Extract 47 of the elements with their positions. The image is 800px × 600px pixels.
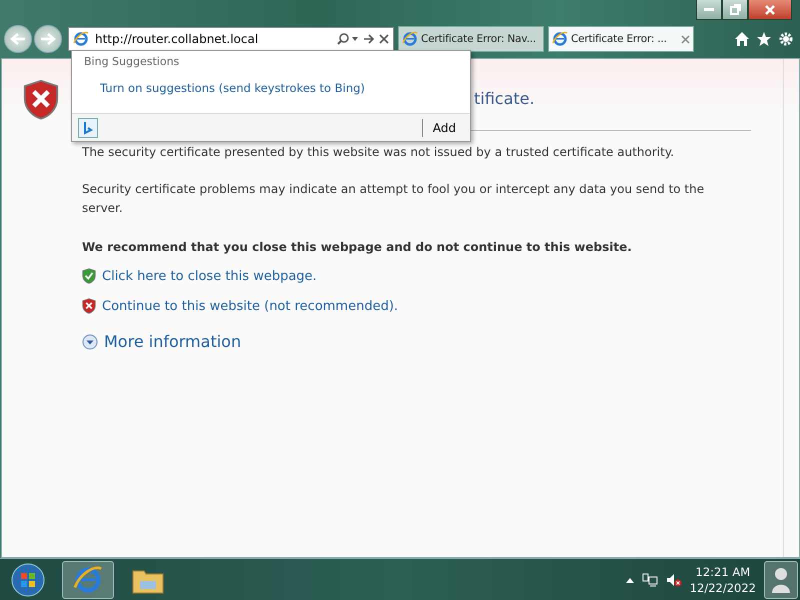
- show-desktop-button[interactable]: [764, 560, 798, 598]
- arrow-right-icon[interactable]: [363, 33, 375, 45]
- star-icon[interactable]: [756, 31, 772, 47]
- start-orb-icon: [11, 562, 45, 596]
- close-icon: [764, 4, 776, 16]
- add-button[interactable]: Add: [422, 118, 464, 136]
- continue-link[interactable]: Continue to this website (not recommended).: [102, 298, 398, 314]
- warning-text: Security certificate problems may indicate an attempt to fool you or intercept any data you send to the server.: [82, 181, 706, 217]
- browser-icon: [402, 31, 418, 47]
- caret-up-icon[interactable]: [626, 576, 634, 582]
- browser-icon: [73, 564, 103, 594]
- settings-icon[interactable]: [778, 31, 794, 47]
- clock-date: 12/22/2022: [690, 580, 756, 596]
- browser-tab[interactable]: Certificate Error: Nav...: [398, 26, 544, 52]
- recommendation-text: We recommend that you close this webpage and do not continue to this website.: [82, 240, 633, 254]
- forward-button[interactable]: [34, 25, 62, 53]
- minimize-button[interactable]: [696, 0, 722, 20]
- clock-time: 12:21 AM: [696, 564, 750, 580]
- shield-x-icon: [82, 298, 96, 314]
- arrow-left-icon: [10, 32, 26, 46]
- browser-icon: [552, 31, 568, 47]
- home-icon[interactable]: [734, 31, 750, 47]
- restore-icon: [730, 4, 740, 15]
- user-silhouette-icon: [771, 566, 791, 594]
- browser-tab[interactable]: Certificate Error: ...: [548, 26, 694, 52]
- close-icon[interactable]: [379, 34, 389, 44]
- close-icon[interactable]: [681, 34, 690, 44]
- network-icon[interactable]: [642, 572, 658, 586]
- search-icon: [337, 33, 359, 45]
- more-information-link[interactable]: More information: [104, 332, 242, 352]
- bing-icon[interactable]: [78, 118, 98, 138]
- shield-x-icon: [23, 79, 59, 120]
- back-button[interactable]: [4, 25, 32, 53]
- browser-icon: [73, 31, 89, 47]
- minimize-icon: [704, 8, 714, 12]
- close-button[interactable]: [748, 0, 792, 20]
- tab-title: Certificate Error: Nav...: [421, 33, 536, 45]
- expand-icon[interactable]: [82, 334, 98, 350]
- arrow-right-icon: [40, 32, 56, 46]
- dropdown-header: Bing Suggestions: [83, 54, 180, 70]
- warning-text: The security certificate presented by this website was not issued by a trusted certificate authority.: [82, 144, 676, 161]
- address-bar[interactable]: http://router.collabnet.local: [68, 27, 394, 51]
- restore-button[interactable]: [722, 0, 748, 20]
- tab-title: Certificate Error: ...: [571, 33, 667, 45]
- muted-speaker-icon[interactable]: [666, 572, 682, 586]
- close-page-link[interactable]: Click here to close this webpage.: [102, 268, 317, 284]
- shield-check-icon: [82, 268, 96, 284]
